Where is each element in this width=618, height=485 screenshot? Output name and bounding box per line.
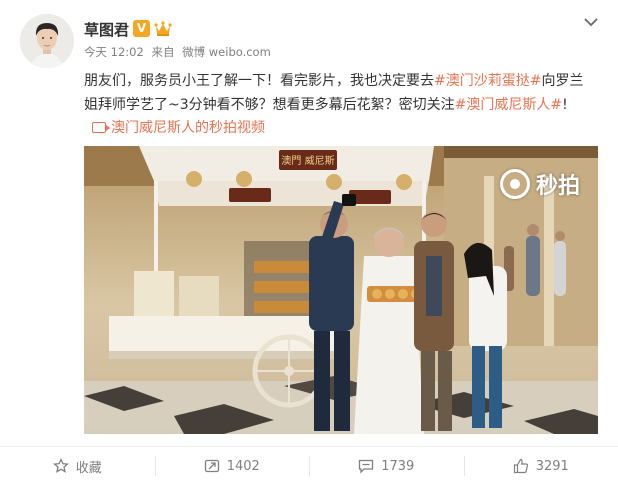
miaopai-watermark: 秒拍 [499, 168, 580, 200]
avatar[interactable] [20, 14, 74, 68]
post-text-part: 朋友们，服务员小王了解一下！看完影片，我也决定要去 [84, 73, 434, 89]
comment-count: 1739 [381, 458, 415, 474]
post-text: 朋友们，服务员小王了解一下！看完影片，我也决定要去#澳门沙莉蛋挞#向罗兰 姐拜师… [84, 69, 604, 117]
video-link[interactable]: 澳门威尼斯人的秒拍视频 [92, 117, 265, 137]
like-count: 3291 [535, 458, 569, 474]
comment-button[interactable]: 1739 [309, 447, 464, 485]
user-name[interactable]: 草图君 [84, 19, 129, 40]
post-source[interactable]: 微博 weibo.com [182, 45, 271, 59]
from-label: 来自 [151, 45, 175, 59]
chevron-down-icon[interactable] [583, 16, 599, 28]
favorite-button[interactable]: 收藏 [0, 447, 155, 485]
star-icon [52, 458, 69, 473]
favorite-label: 收藏 [75, 460, 102, 476]
action-bar: 收藏 1402 1739 3291 [0, 447, 618, 485]
video-player[interactable]: 澳門 威尼斯 秒拍 [84, 146, 598, 434]
thumbs-up-icon [513, 458, 528, 474]
weibo-post-card: 草图君 V 今天 12:02 来自 微博 weibo.com 朋友们，服务员小王… [0, 0, 618, 485]
hashtag-link[interactable]: #澳门威尼斯人# [455, 97, 562, 113]
like-button[interactable]: 3291 [463, 447, 618, 485]
video-camera-icon [92, 122, 110, 133]
watermark-label: 秒拍 [535, 174, 580, 199]
post-text-part: 向罗兰 [541, 73, 584, 89]
post-time[interactable]: 今天 12:02 [84, 45, 144, 59]
miaopai-logo-icon [499, 169, 530, 199]
post-text-part: ! [562, 97, 568, 113]
crown-icon [154, 21, 172, 36]
hashtag-link[interactable]: #澳门沙莉蛋挞# [434, 73, 541, 89]
repost-button[interactable]: 1402 [154, 447, 310, 485]
post-text-part: 姐拜师学艺了~3分钟看不够？想看更多幕后花絮？密切关注 [84, 97, 455, 113]
repost-count: 1402 [226, 458, 260, 474]
verified-badge-icon: V [133, 20, 150, 37]
stall-sign: 澳門 威尼斯 [281, 154, 334, 167]
repost-icon [204, 459, 219, 473]
post-meta: 今天 12:02 来自 微博 weibo.com [84, 44, 275, 60]
comment-icon [359, 459, 374, 474]
video-link-label: 澳门威尼斯人的秒拍视频 [111, 120, 265, 136]
